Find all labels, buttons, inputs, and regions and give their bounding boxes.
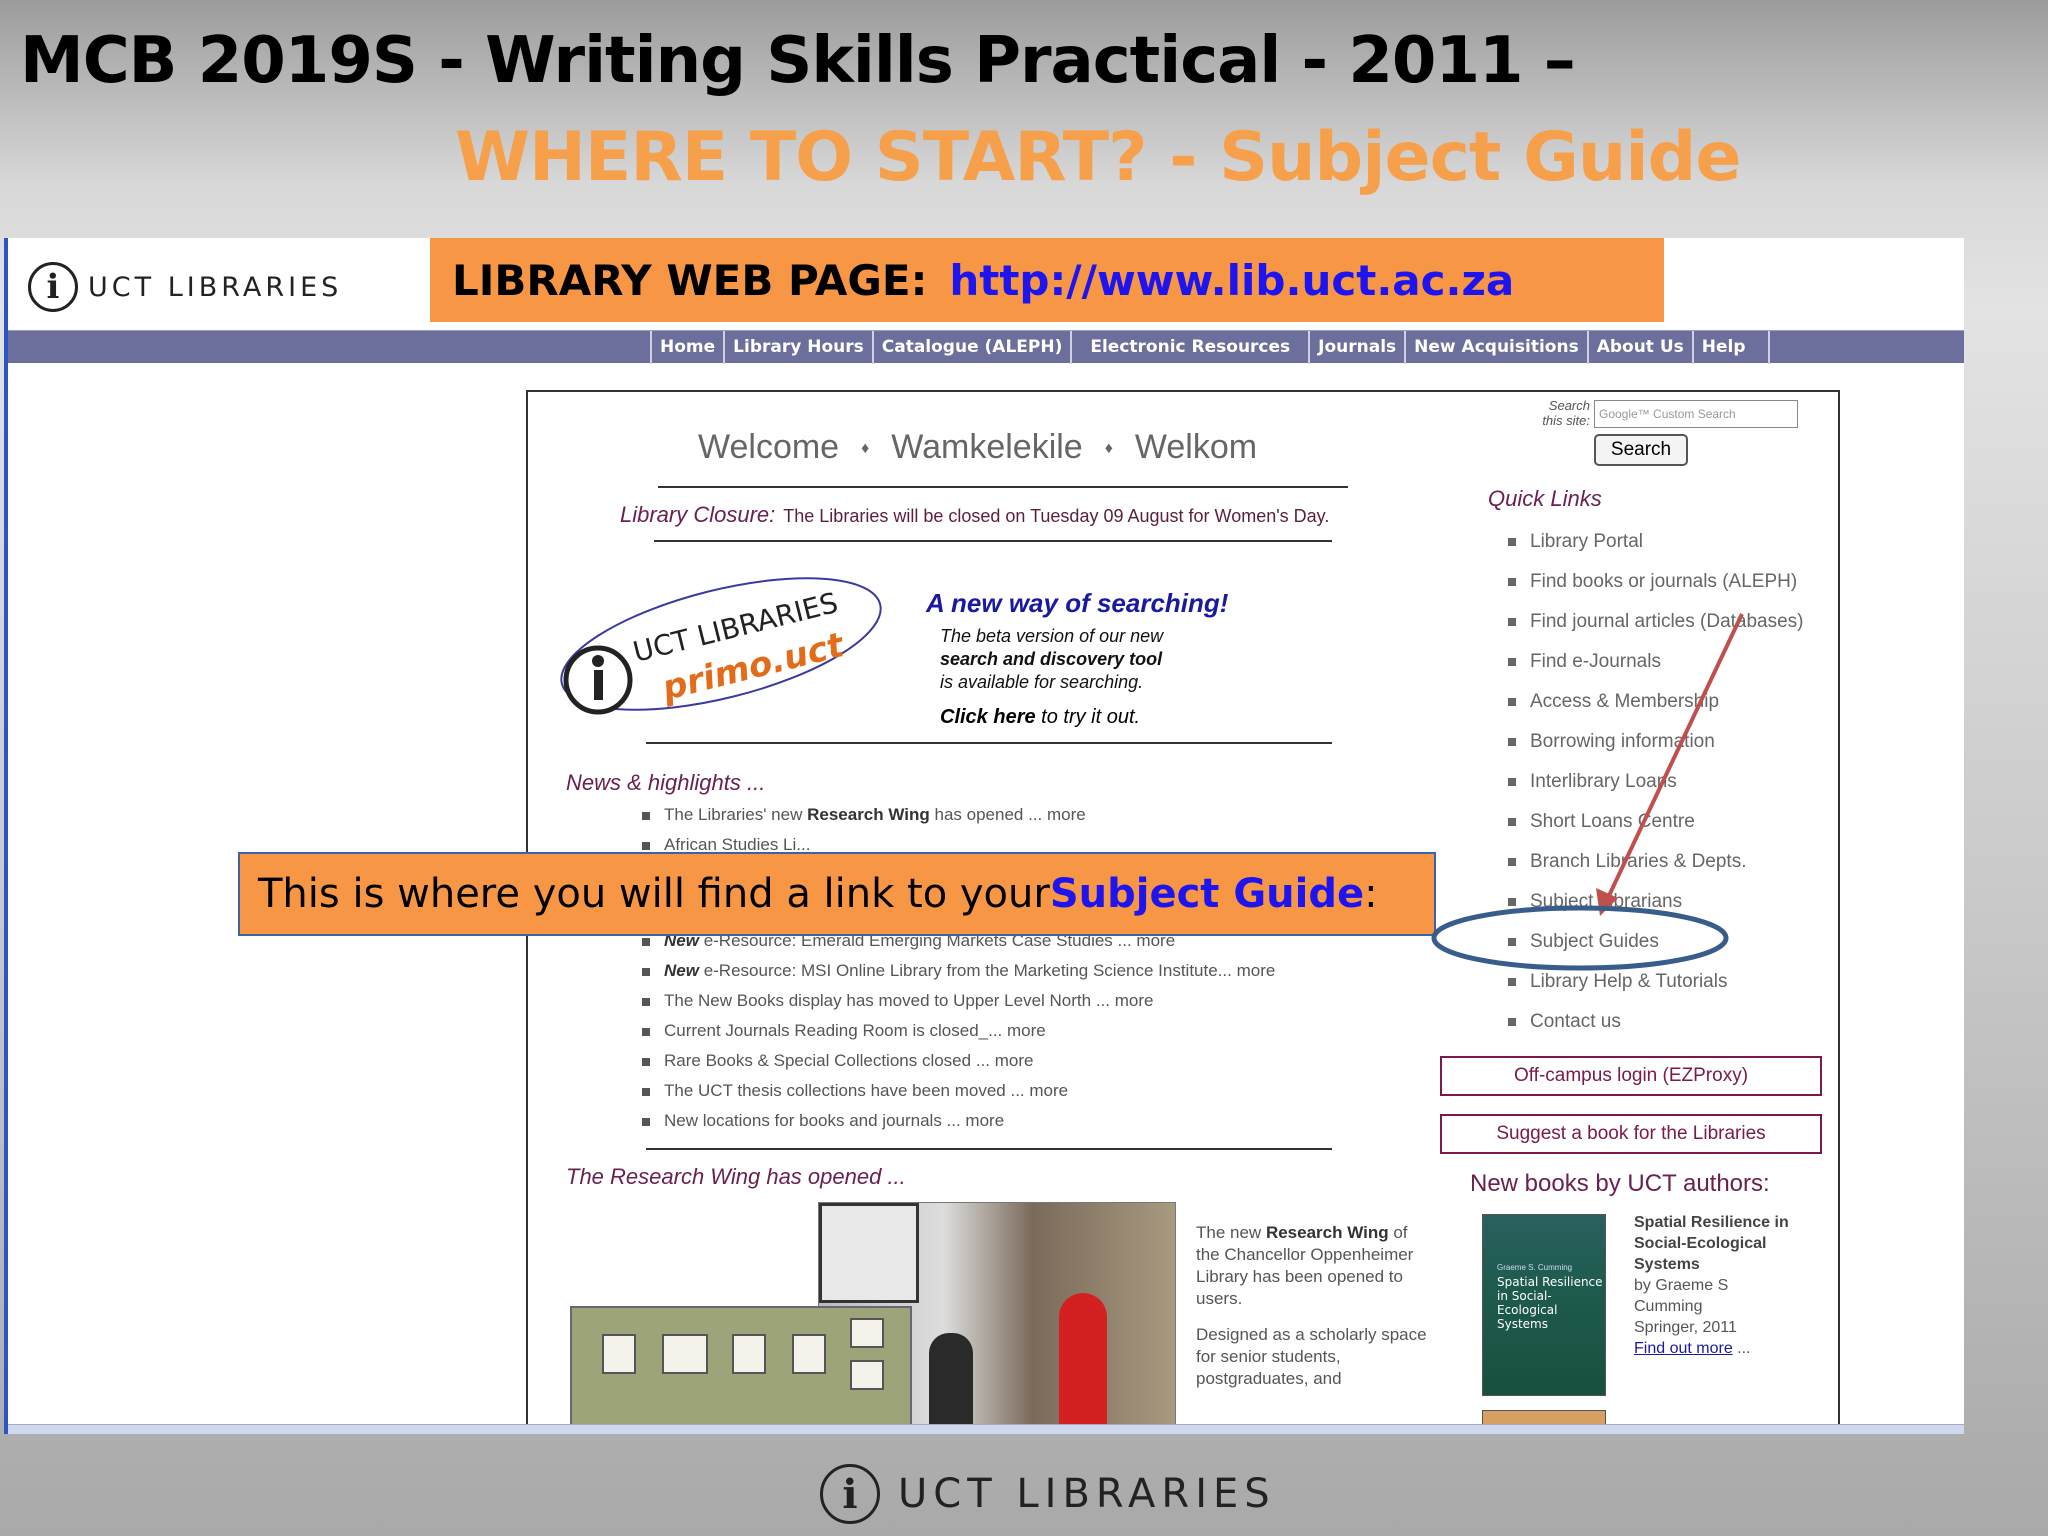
closure-label: Library Closure: — [620, 502, 776, 527]
welcome-heading: Welcome ♦ Wamkelekile ♦ Welkom — [698, 428, 1257, 467]
news-item[interactable]: New locations for books and journals ...… — [638, 1106, 1275, 1136]
nav-library-hours[interactable]: Library Hours — [723, 331, 872, 364]
main-navbar: Home Library Hours Catalogue (ALEPH) Ele… — [8, 330, 1964, 364]
quick-link-subject-librarians[interactable]: Subject Librarians — [1508, 882, 1804, 922]
nav-home[interactable]: Home — [650, 331, 723, 364]
quick-link-branch-libraries[interactable]: Branch Libraries & Depts. — [1508, 842, 1804, 882]
quick-link-e-journals[interactable]: Find e-Journals — [1508, 642, 1804, 682]
primo-body-line1: The beta version of our new — [940, 626, 1164, 646]
quick-link-access-membership[interactable]: Access & Membership — [1508, 682, 1804, 722]
quick-link-borrowing[interactable]: Borrowing information — [1508, 722, 1804, 762]
nav-help[interactable]: Help — [1691, 331, 1770, 364]
news-heading: News & highlights ... — [566, 770, 766, 795]
quick-link-interlibrary-loans[interactable]: Interlibrary Loans — [1508, 762, 1804, 802]
research-wing-gallery-photo[interactable] — [570, 1306, 912, 1434]
book-author: by Graeme S Cumming — [1634, 1277, 1729, 1315]
research-wing-heading: The Research Wing has opened ... — [566, 1164, 906, 1189]
uct-libraries-logo[interactable]: i UCT LIBRARIES — [28, 262, 342, 312]
closure-notice: Library Closure: The Libraries will be cl… — [620, 502, 1329, 528]
quick-link-find-books[interactable]: Find books or journals (ALEPH) — [1508, 562, 1804, 602]
diamond-separator-icon: ♦ — [1104, 440, 1113, 458]
quick-link-find-articles[interactable]: Find journal articles (Databases) — [1508, 602, 1804, 642]
quick-link-library-portal[interactable]: Library Portal — [1508, 522, 1804, 562]
banner-label: LIBRARY WEB PAGE: — [452, 255, 928, 305]
welcome-english: Welcome — [698, 428, 840, 466]
news-item[interactable]: Rare Books & Special Collections closed … — [638, 1046, 1275, 1076]
quick-links-heading: Quick Links — [1488, 486, 1602, 511]
primo-body-line3: is available for searching. — [940, 672, 1144, 692]
subject-guide-callout: This is where you will find a link to yo… — [238, 852, 1436, 936]
book-publisher: Springer, 2011 — [1634, 1319, 1737, 1336]
divider — [658, 486, 1348, 488]
footer-logo-text: UCT LIBRARIES — [898, 1471, 1276, 1517]
diamond-separator-icon: ♦ — [861, 440, 870, 458]
slide-subtitle: WHERE TO START? - Subject Guide — [455, 118, 1741, 197]
library-web-page-banner: LIBRARY WEB PAGE: http://www.lib.uct.ac.… — [430, 238, 1664, 322]
info-logo-icon: i — [820, 1464, 880, 1524]
browser-status-bar — [8, 1424, 1964, 1434]
news-item[interactable]: The New Books display has moved to Upper… — [638, 986, 1275, 1016]
book-title: Spatial Resilience in Social-Ecological … — [1634, 1214, 1789, 1273]
divider — [646, 1148, 1332, 1150]
divider — [654, 540, 1332, 542]
search-label: Search this site: — [1542, 398, 1590, 428]
find-out-more-link[interactable]: Find out more — [1634, 1340, 1733, 1357]
primo-body-line2: search and discovery tool — [940, 649, 1163, 669]
logo-text: UCT LIBRARIES — [88, 271, 343, 303]
book-info: Spatial Resilience in Social-Ecological … — [1634, 1212, 1814, 1359]
news-item[interactable]: The UCT thesis collections have been mov… — [638, 1076, 1275, 1106]
divider — [646, 742, 1332, 744]
primo-uct-logo[interactable]: UCT LIBRARIES primo.uct — [556, 560, 886, 720]
footer-logo: i UCT LIBRARIES — [820, 1464, 1276, 1524]
closure-text: The Libraries will be closed on Tuesday … — [783, 506, 1330, 526]
nav-about-us[interactable]: About Us — [1586, 331, 1692, 364]
quick-links-list: Library Portal Find books or journals (A… — [1508, 522, 1804, 1042]
new-books-heading: New books by UCT authors: — [1470, 1170, 1770, 1197]
welcome-afrikaans: Welkom — [1134, 428, 1258, 466]
nav-catalogue[interactable]: Catalogue (ALEPH) — [871, 331, 1071, 364]
news-list-top: The Libraries' new Research Wing has ope… — [638, 800, 1086, 860]
nav-electronic-resources[interactable]: Electronic Resources — [1070, 331, 1308, 364]
suggest-book-button[interactable]: Suggest a book for the Libraries — [1440, 1114, 1822, 1154]
primo-promo: A new way of searching! The beta version… — [926, 588, 1228, 729]
click-here-link[interactable]: Click here — [940, 706, 1036, 728]
ezproxy-login-button[interactable]: Off-campus login (EZProxy) — [1440, 1056, 1822, 1096]
nav-new-acquisitions[interactable]: New Acquisitions — [1404, 331, 1587, 364]
welcome-xhosa: Wamkelekile — [891, 428, 1083, 466]
library-webpage-screenshot: i UCT LIBRARIES LIBRARY WEB PAGE: http:/… — [4, 238, 1964, 1434]
quick-link-contact-us[interactable]: Contact us — [1508, 1002, 1804, 1042]
nav-journals[interactable]: Journals — [1308, 331, 1404, 364]
news-item[interactable]: Current Journals Reading Room is closed_… — [638, 1016, 1275, 1046]
search-button[interactable]: Search — [1594, 434, 1688, 466]
news-item[interactable]: New e-Resource: MSI Online Library from … — [638, 956, 1275, 986]
primo-body: The beta version of our new search and d… — [940, 625, 1228, 694]
quick-link-short-loans[interactable]: Short Loans Centre — [1508, 802, 1804, 842]
news-item[interactable]: The Libraries' new Research Wing has ope… — [638, 800, 1086, 830]
click-here-rest: to try it out. — [1035, 706, 1141, 728]
info-logo-icon: i — [28, 262, 78, 312]
book-cover[interactable]: Graeme S. Cumming Spatial Resilience in … — [1482, 1214, 1606, 1396]
quick-link-help-tutorials[interactable]: Library Help & Tutorials — [1508, 962, 1804, 1002]
research-wing-text: The new Research Wing of the Chancellor … — [1196, 1223, 1427, 1388]
search-input[interactable]: Google™ Custom Search — [1594, 400, 1798, 428]
primo-headline: A new way of searching! — [926, 588, 1229, 618]
slide-title: MCB 2019S - Writing Skills Practical - 2… — [20, 24, 1576, 98]
quick-link-subject-guides[interactable]: Subject Guides — [1508, 922, 1804, 962]
news-list: New e-Resource: Emerald Emerging Markets… — [638, 926, 1275, 1136]
primo-click-here[interactable]: Click here to try it out. — [940, 706, 1228, 729]
banner-url[interactable]: http://www.lib.uct.ac.za — [949, 256, 1514, 305]
